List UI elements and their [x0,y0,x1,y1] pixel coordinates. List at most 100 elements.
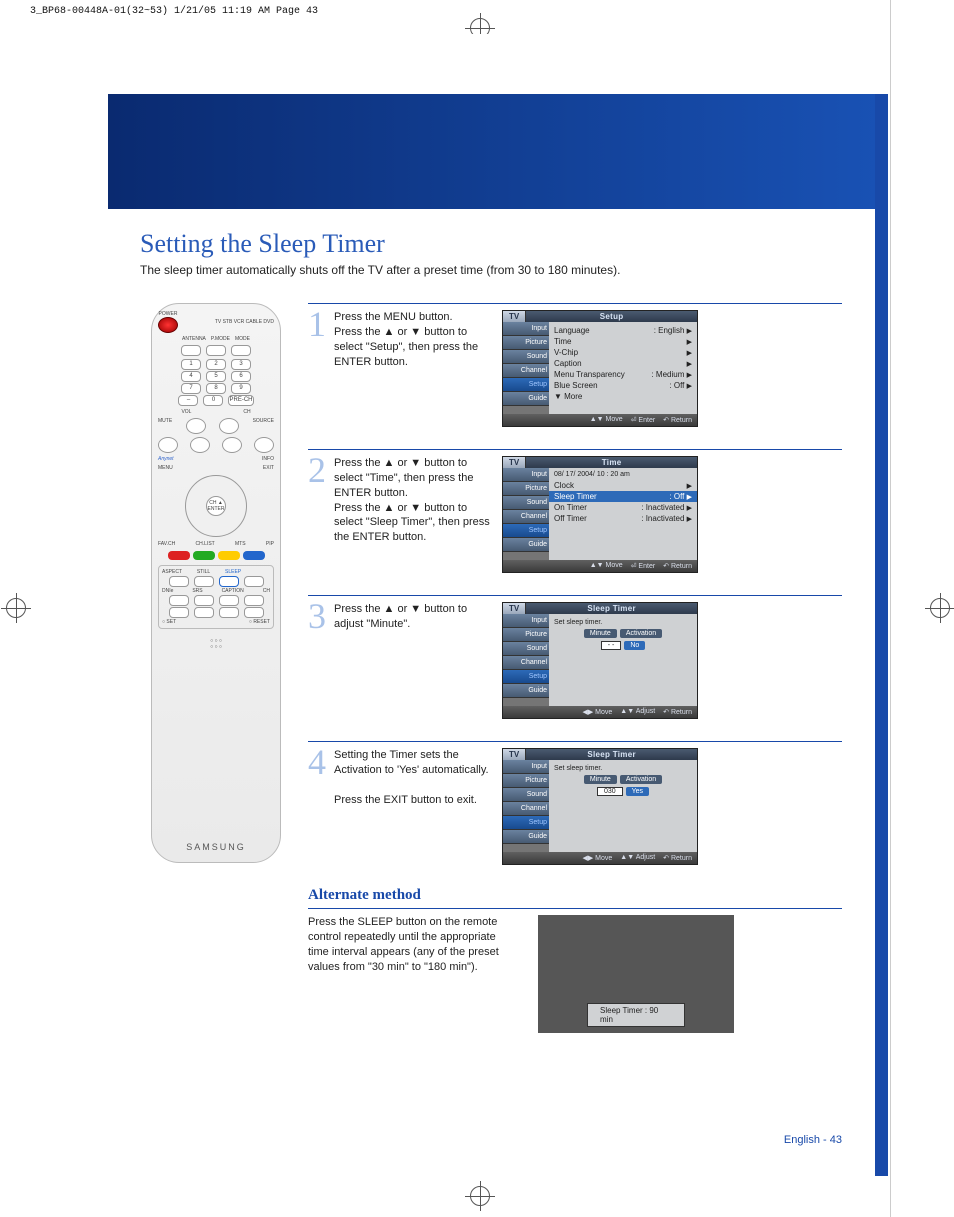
keypad-–[interactable]: – [178,395,198,406]
srs-label: SRS [192,588,202,594]
guideline [890,0,891,1217]
keypad-9[interactable]: 9 [231,383,251,394]
enter-button[interactable]: CH ▲ENTER [206,496,226,516]
blue-button[interactable] [243,551,265,560]
keypad-2[interactable]: 2 [206,359,226,370]
srs-button[interactable] [194,595,214,606]
sleep-label: SLEEP [225,569,241,575]
reg-mark-bottom [470,1186,490,1206]
reset-label: ○ RESET [249,619,270,625]
remote-column: POWER TV STB VCR CABLE DVD ANTENNA P.MOD… [140,303,292,1033]
step-text: Press the ▲ or ▼ button to select "Time"… [334,456,498,573]
ch2-label: CH [263,588,270,594]
pmode-button[interactable] [206,345,226,356]
step-text: Press the MENU button.Press the ▲ or ▼ b… [334,310,498,427]
stop-button[interactable] [194,607,214,618]
ff-button[interactable] [244,607,264,618]
mute-label: MUTE [158,418,172,434]
aspect-button[interactable] [169,576,189,587]
enter-label: ENTER [208,506,225,512]
intro-text: The sleep timer automatically shuts off … [140,263,842,277]
osd-screenshot: TVTime InputPictureSoundChannelSetupGuid… [502,456,698,573]
osd-screenshot: TVSleep Timer InputPictureSoundChannelSe… [502,602,698,719]
alternate-title: Alternate method [308,887,842,904]
prepress-header: 3_BP68-00448A-01(32~53) 1/21/05 11:19 AM… [30,6,318,17]
aspect-label: ASPECT [162,569,182,575]
steps-column: 1Press the MENU button.Press the ▲ or ▼ … [308,303,842,1033]
page-number: English - 43 [784,1134,842,1146]
antenna-button[interactable] [181,345,201,356]
keypad-3[interactable]: 3 [231,359,251,370]
step-text: Setting the Timer sets the Activation to… [334,748,498,865]
power-label: POWER [158,311,178,317]
green-button[interactable] [193,551,215,560]
keypad-4[interactable]: 4 [181,371,201,382]
pmode-label: P.MODE [211,336,230,342]
ch-label: CH [243,409,250,415]
vol-label: VOL [181,409,191,415]
antenna-label: ANTENNA [182,336,206,342]
keypad-5[interactable]: 5 [206,371,226,382]
yellow-button[interactable] [218,551,240,560]
sleep-timer-strip: Sleep Timer : 90 min [587,1003,685,1027]
osd-screenshot: TVSetup InputPictureSoundChannelSetupGui… [502,310,698,427]
keypad-PRE-CH[interactable]: PRE-CH [228,395,253,406]
step-3: 3Press the ▲ or ▼ button to adjust "Minu… [308,595,842,719]
set-label: ○ SET [162,619,176,625]
sheet: Setting the Sleep Timer The sleep timer … [66,34,888,1176]
chdown2-button[interactable] [244,595,264,606]
info-label: INFO [262,456,274,462]
keypad-7[interactable]: 7 [181,383,201,394]
keypad-0[interactable]: 0 [203,395,223,406]
step-text: Press the ▲ or ▼ button to adjust "Minut… [334,602,498,719]
ch-down[interactable] [222,437,242,453]
step-1: 1Press the MENU button.Press the ▲ or ▼ … [308,303,842,427]
header-bar [108,94,888,209]
brand-label: SAMSUNG [186,842,246,852]
chup2-button[interactable] [244,576,264,587]
alternate-text: Press the SLEEP button on the remote con… [308,915,518,1033]
step-number: 4 [308,748,330,865]
mute-button[interactable] [158,437,178,453]
mode-button[interactable] [231,345,251,356]
sleep-button[interactable] [219,576,239,587]
vol-down[interactable] [190,437,210,453]
chlist-label: CH.LIST [196,541,215,547]
keypad-8[interactable]: 8 [206,383,226,394]
remote-control: POWER TV STB VCR CABLE DVD ANTENNA P.MOD… [151,303,281,863]
vol-up[interactable] [186,418,206,434]
red-button[interactable] [168,551,190,560]
mode-labels: TV STB VCR CABLE DVD [215,319,274,325]
caption-label: CAPTION [222,588,244,594]
color-buttons [168,551,265,560]
still-button[interactable] [194,576,214,587]
menu-label: MENU [158,465,173,471]
step-number: 1 [308,310,330,427]
reg-mark-left [6,598,26,618]
alternate-osd: Sleep Timer : 90 min [538,915,734,1033]
play-button[interactable] [219,607,239,618]
keypad-1[interactable]: 1 [181,359,201,370]
mts-label: MTS [235,541,246,547]
step-2: 2Press the ▲ or ▼ button to select "Time… [308,449,842,573]
side-bar [875,94,888,1176]
mode-label: MODE [235,336,250,342]
osd-screenshot: TVSleep Timer InputPictureSoundChannelSe… [502,748,698,865]
page-title: Setting the Sleep Timer [140,229,842,259]
source-button[interactable] [254,437,274,453]
ch-up[interactable] [219,418,239,434]
source-label: SOURCE [253,418,274,434]
pipfav-label: PIP [266,541,274,547]
power-button[interactable] [158,317,178,333]
rew-button[interactable] [169,607,189,618]
step-4: 4Setting the Timer sets the Activation t… [308,741,842,865]
anynet-label: Anynet [158,456,174,462]
step-number: 3 [308,602,330,719]
exit-label: EXIT [263,465,274,471]
keypad-6[interactable]: 6 [231,371,251,382]
step-number: 2 [308,456,330,573]
dpad[interactable]: CH ▲ENTER [185,475,247,537]
caption-button[interactable] [219,595,239,606]
still-label: STILL [197,569,210,575]
dnie-button[interactable] [169,595,189,606]
